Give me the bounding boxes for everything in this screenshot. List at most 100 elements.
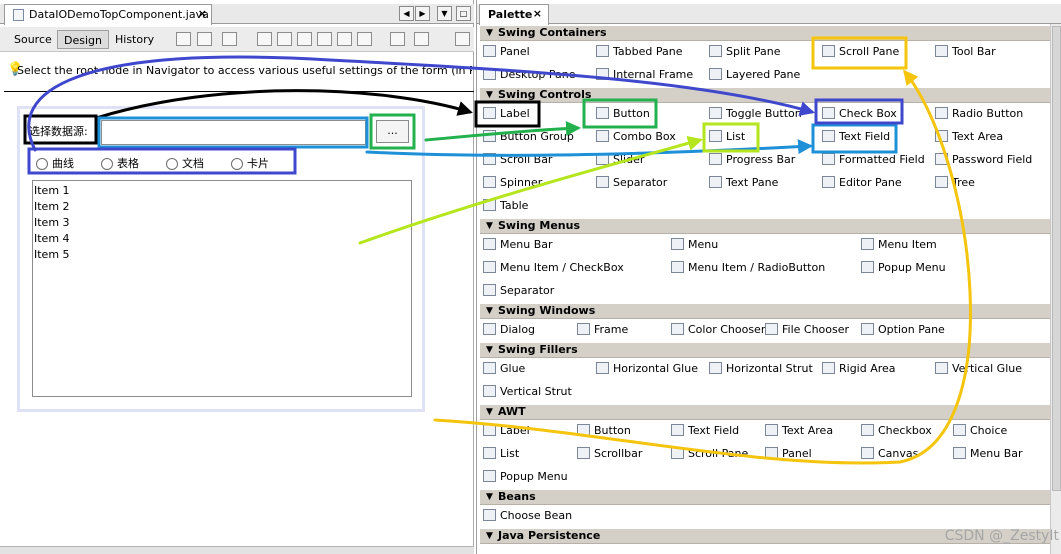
palette-item-radio-button[interactable]: Radio Button xyxy=(935,105,1023,123)
palette-item-awt-list[interactable]: List xyxy=(483,445,519,463)
palette-item-awt-scroll-pane[interactable]: Scroll Pane xyxy=(671,445,748,463)
palette-item-awt-text-field[interactable]: Text Field xyxy=(671,422,739,440)
scroll-right-icon[interactable]: ▶ xyxy=(415,6,430,21)
radio-document[interactable]: 文档 xyxy=(166,155,204,170)
palette-item-frame[interactable]: Frame xyxy=(577,321,628,339)
scrollbar-thumb[interactable] xyxy=(1052,26,1061,491)
palette-item-dialog[interactable]: Dialog xyxy=(483,321,535,339)
mode-design-button[interactable]: Design xyxy=(57,30,109,49)
category-swing-containers[interactable]: ▼ Swing Containers xyxy=(480,25,1050,41)
palette-item-scroll-pane[interactable]: Scroll Pane xyxy=(822,43,899,61)
palette-item-text-area[interactable]: Text Area xyxy=(935,128,1003,146)
palette-item-menu-item-checkbox[interactable]: Menu Item / CheckBox xyxy=(483,259,624,277)
palette-item-password-field[interactable]: Password Field xyxy=(935,151,1032,169)
palette-item-editor-pane[interactable]: Editor Pane xyxy=(822,174,902,192)
palette-item-tool-bar[interactable]: Tool Bar xyxy=(935,43,996,61)
palette-item-menu-separator[interactable]: Separator xyxy=(483,282,554,300)
category-swing-windows[interactable]: ▼ Swing Windows xyxy=(480,303,1050,319)
palette-item-list[interactable]: List xyxy=(709,128,745,146)
palette-item-tabbed-pane[interactable]: Tabbed Pane xyxy=(596,43,682,61)
close-icon[interactable]: × xyxy=(198,7,207,20)
align-right-icon[interactable] xyxy=(277,32,292,46)
palette-item-text-field[interactable]: Text Field xyxy=(822,128,890,146)
palette-item-vertical-glue[interactable]: Vertical Glue xyxy=(935,360,1022,378)
show-opened-docs-icon[interactable]: ▼ xyxy=(437,6,452,21)
palette-item-menu-item[interactable]: Menu Item xyxy=(861,236,937,254)
palette-item-awt-canvas[interactable]: Canvas xyxy=(861,445,918,463)
align-center-icon[interactable] xyxy=(297,32,312,46)
list-item[interactable]: Item 3 xyxy=(34,215,411,231)
palette-item-label[interactable]: Label xyxy=(483,105,530,123)
palette-item-horizontal-strut[interactable]: Horizontal Strut xyxy=(709,360,813,378)
resize-vertical-icon[interactable] xyxy=(414,32,429,46)
palette-item-internal-frame[interactable]: Internal Frame xyxy=(596,66,693,84)
palette-item-awt-popup-menu[interactable]: Popup Menu xyxy=(483,468,568,486)
data-source-input[interactable] xyxy=(101,120,366,145)
connection-mode-icon[interactable] xyxy=(197,32,212,46)
palette-item-toggle-button[interactable]: Toggle Button xyxy=(709,105,802,123)
scroll-left-icon[interactable]: ◀ xyxy=(399,6,414,21)
list-item[interactable]: Item 2 xyxy=(34,199,411,215)
items-list[interactable]: Item 1 Item 2 Item 3 Item 4 Item 5 xyxy=(32,180,412,397)
align-left-icon[interactable] xyxy=(257,32,272,46)
palette-item-awt-label[interactable]: Label xyxy=(483,422,530,440)
palette-item-formatted-field[interactable]: Formatted Field xyxy=(822,151,925,169)
category-swing-controls[interactable]: ▼ Swing Controls xyxy=(480,87,1050,103)
palette-item-glue[interactable]: Glue xyxy=(483,360,525,378)
mode-history-button[interactable]: History xyxy=(109,30,160,49)
palette-item-progress-bar[interactable]: Progress Bar xyxy=(709,151,795,169)
palette-item-rigid-area[interactable]: Rigid Area xyxy=(822,360,896,378)
palette-item-tree[interactable]: Tree xyxy=(935,174,975,192)
palette-item-popup-menu[interactable]: Popup Menu xyxy=(861,259,946,277)
palette-item-panel[interactable]: Panel xyxy=(483,43,530,61)
browse-button[interactable]: ... xyxy=(376,120,409,143)
palette-item-vertical-strut[interactable]: Vertical Strut xyxy=(483,383,572,401)
palette-item-slider[interactable]: Slider xyxy=(596,151,644,169)
palette-item-button-group[interactable]: Button Group xyxy=(483,128,574,146)
palette-item-button[interactable]: Button xyxy=(596,105,650,123)
palette-item-choose-bean[interactable]: Choose Bean xyxy=(483,507,572,525)
align-top-icon[interactable] xyxy=(317,32,332,46)
category-awt[interactable]: ▼ AWT xyxy=(480,404,1050,420)
list-item[interactable]: Item 5 xyxy=(34,247,411,263)
resize-horizontal-icon[interactable] xyxy=(390,32,405,46)
palette-item-awt-text-area[interactable]: Text Area xyxy=(765,422,833,440)
palette-tab[interactable]: Palette × xyxy=(479,4,549,25)
radio-curve[interactable]: 曲线 xyxy=(36,155,74,170)
palette-item-combo-box[interactable]: Combo Box xyxy=(596,128,676,146)
palette-item-split-pane[interactable]: Split Pane xyxy=(709,43,781,61)
palette-item-spinner[interactable]: Spinner xyxy=(483,174,542,192)
radio-table[interactable]: 表格 xyxy=(101,155,139,170)
selection-mode-icon[interactable] xyxy=(176,32,191,46)
align-bottom-icon[interactable] xyxy=(337,32,352,46)
palette-item-awt-choice[interactable]: Choice xyxy=(953,422,1007,440)
palette-item-awt-button[interactable]: Button xyxy=(577,422,631,440)
palette-item-awt-menu-bar[interactable]: Menu Bar xyxy=(953,445,1023,463)
palette-item-awt-checkbox[interactable]: Checkbox xyxy=(861,422,932,440)
palette-item-option-pane[interactable]: Option Pane xyxy=(861,321,945,339)
palette-item-file-chooser[interactable]: File Chooser xyxy=(765,321,849,339)
layout-settings-icon[interactable] xyxy=(455,32,470,46)
mode-source-button[interactable]: Source xyxy=(8,30,58,49)
palette-item-awt-scrollbar[interactable]: Scrollbar xyxy=(577,445,642,463)
palette-item-separator[interactable]: Separator xyxy=(596,174,667,192)
category-beans[interactable]: ▼ Beans xyxy=(480,489,1050,505)
palette-item-text-pane[interactable]: Text Pane xyxy=(709,174,778,192)
palette-scrollbar[interactable] xyxy=(1050,24,1061,554)
radio-card[interactable]: 卡片 xyxy=(231,155,269,170)
palette-item-scroll-bar[interactable]: Scroll Bar xyxy=(483,151,552,169)
palette-item-menu[interactable]: Menu xyxy=(671,236,718,254)
palette-item-horizontal-glue[interactable]: Horizontal Glue xyxy=(596,360,698,378)
category-swing-fillers[interactable]: ▼ Swing Fillers xyxy=(480,342,1050,358)
preview-design-icon[interactable] xyxy=(222,32,237,46)
category-swing-menus[interactable]: ▼ Swing Menus xyxy=(480,218,1050,234)
maximize-icon[interactable]: □ xyxy=(456,6,471,21)
palette-item-desktop-pane[interactable]: Desktop Pane xyxy=(483,66,575,84)
list-item[interactable]: Item 1 xyxy=(34,183,411,199)
align-middle-icon[interactable] xyxy=(357,32,372,46)
palette-item-table[interactable]: Table xyxy=(483,197,528,215)
palette-item-menu-item-radiobutton[interactable]: Menu Item / RadioButton xyxy=(671,259,825,277)
palette-item-awt-panel[interactable]: Panel xyxy=(765,445,812,463)
editor-tab[interactable]: DataIODemoTopComponent.java × xyxy=(4,4,212,25)
close-icon[interactable]: × xyxy=(533,7,542,20)
